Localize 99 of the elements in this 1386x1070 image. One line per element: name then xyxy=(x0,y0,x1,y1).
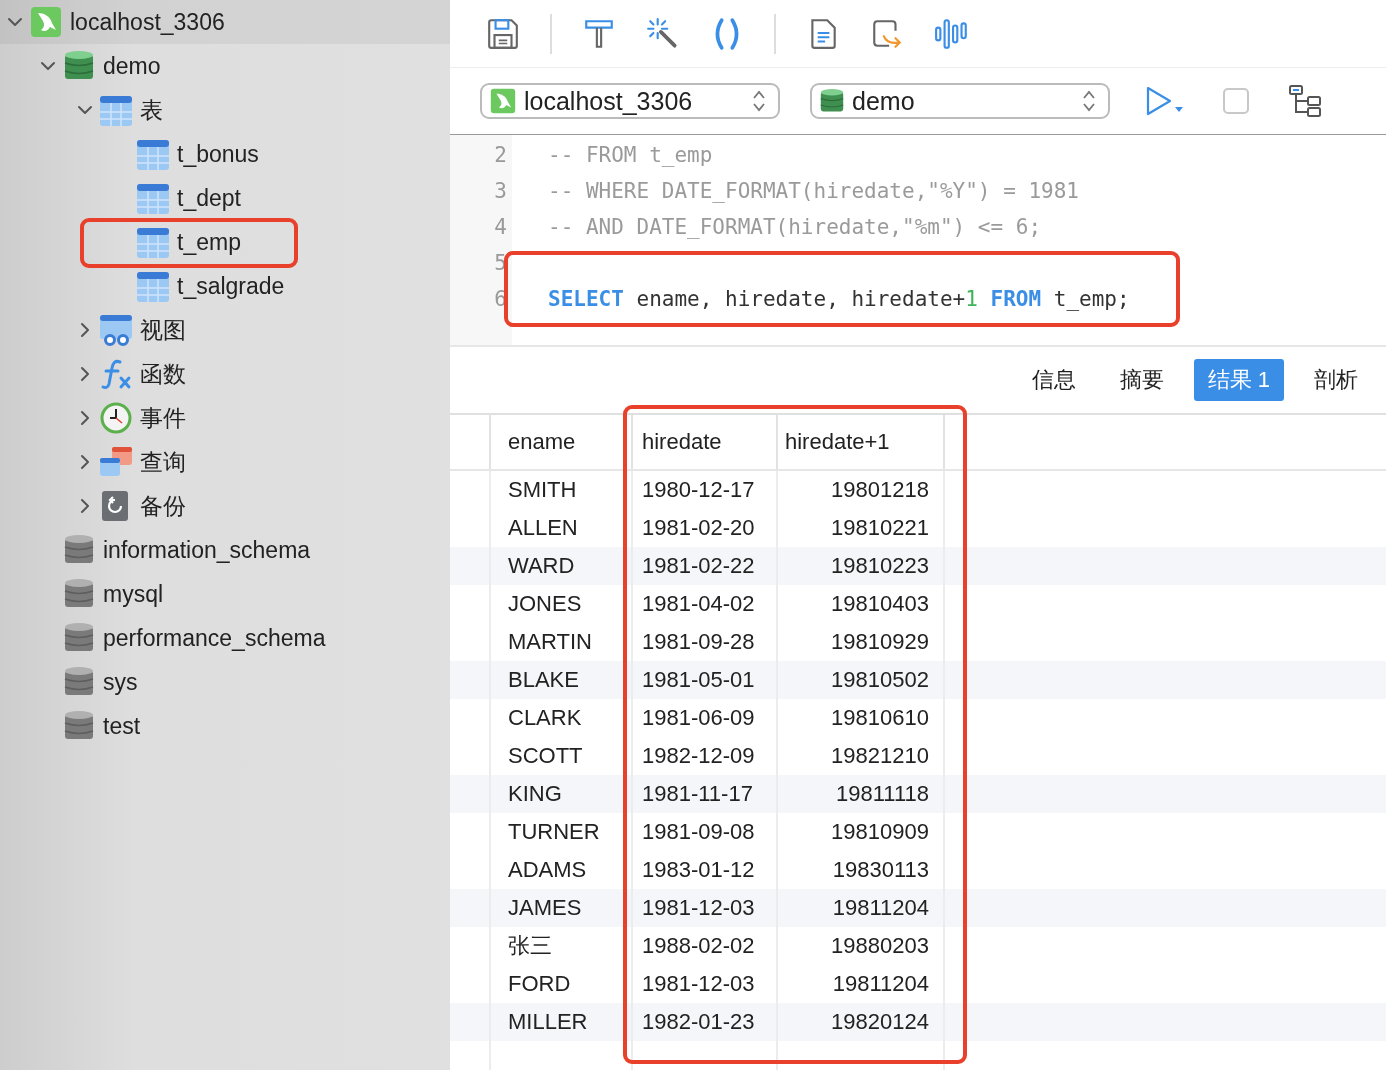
column-header[interactable]: hiredate+1 xyxy=(785,429,890,455)
table-icon xyxy=(137,182,169,214)
database-icon xyxy=(64,622,94,654)
stepper-icon xyxy=(1082,89,1096,113)
view-icon xyxy=(100,314,132,346)
code-line: -- FROM t_emp xyxy=(548,143,713,167)
table-cell: TURNER xyxy=(508,819,600,845)
bar-chart-icon[interactable] xyxy=(934,16,970,51)
table-cell: KING xyxy=(508,781,562,807)
tree-item[interactable]: sys xyxy=(103,668,138,696)
table-cell: 1982-12-09 xyxy=(642,743,755,769)
table-cell: BLAKE xyxy=(508,667,579,693)
code-line: -- AND DATE_FORMAT(hiredate,"%m") <= 6; xyxy=(548,215,1042,239)
tree-item[interactable]: 备份 xyxy=(140,490,186,522)
table-cell: 1981-05-01 xyxy=(642,667,755,693)
tree-item[interactable]: t_salgrade xyxy=(177,272,285,300)
tree-item[interactable]: 表 xyxy=(140,94,163,126)
table-cell: 1981-09-08 xyxy=(642,819,755,845)
database-icon xyxy=(64,578,94,610)
save-icon[interactable] xyxy=(486,16,520,51)
function-icon xyxy=(100,358,132,390)
table-icon xyxy=(137,138,169,170)
table-cell: MARTIN xyxy=(508,629,592,655)
stepper-icon xyxy=(752,89,766,113)
tree-item[interactable]: performance_schema xyxy=(103,624,326,652)
table-cell: 19810403 xyxy=(831,591,929,617)
table-cell: 19810909 xyxy=(831,819,929,845)
table-cell: 19821210 xyxy=(831,743,929,769)
table-cell: 19811118 xyxy=(836,781,929,807)
table-cell: FORD xyxy=(508,971,571,997)
table-cell: ADAMS xyxy=(508,857,587,883)
database-icon xyxy=(64,50,94,82)
table-cell: 1983-01-12 xyxy=(642,857,755,883)
table-cell: 1981-06-09 xyxy=(642,705,755,731)
clock-icon xyxy=(100,402,132,434)
table-cell: CLARK xyxy=(508,705,582,731)
database-icon xyxy=(64,666,94,698)
table-cell: 19810223 xyxy=(831,553,929,579)
table-cell: 19810610 xyxy=(831,705,929,731)
table-cell: 19811204 xyxy=(832,895,929,921)
table-cell: 1981-02-22 xyxy=(642,553,755,579)
table-cell: 19801218 xyxy=(831,477,929,503)
table-cell: 1988-02-02 xyxy=(642,933,755,959)
table-icon xyxy=(137,270,169,302)
database-icon xyxy=(820,88,844,114)
table-cell: 19820124 xyxy=(831,1009,929,1035)
tree-item[interactable]: test xyxy=(103,712,141,740)
tree-diagram-icon[interactable] xyxy=(1288,84,1322,118)
table-icon xyxy=(137,226,169,258)
table-cell: ALLEN xyxy=(508,515,578,541)
table-cell: 1980-12-17 xyxy=(642,477,755,503)
tree-item[interactable]: 查询 xyxy=(140,446,186,478)
query-icon xyxy=(100,446,132,478)
table-cell: 1981-09-28 xyxy=(642,629,755,655)
table-cell: SCOTT xyxy=(508,743,583,769)
tree-item[interactable]: information_schema xyxy=(103,536,311,564)
table-icon xyxy=(100,94,132,126)
column-header[interactable]: ename xyxy=(508,429,576,455)
line-number: 2 xyxy=(494,142,507,169)
run-icon[interactable] xyxy=(1144,85,1184,117)
tree-item[interactable]: 事件 xyxy=(140,402,186,434)
table-cell: 1981-02-20 xyxy=(642,515,755,541)
result-tab[interactable]: 摘要 xyxy=(1105,359,1178,401)
table-cell: 1982-01-23 xyxy=(642,1009,755,1035)
code-line: SELECT ename, hiredate, hiredate+1 FROM t_emp; xyxy=(548,287,1130,311)
table-cell: 19811204 xyxy=(832,971,929,997)
table-cell: 19830113 xyxy=(832,857,929,883)
tree-item[interactable]: 函数 xyxy=(140,358,186,390)
table-cell: JAMES xyxy=(508,895,582,921)
table-cell: 19810221 xyxy=(831,515,929,541)
table-cell: 19810502 xyxy=(831,667,929,693)
database-select[interactable]: demo xyxy=(810,83,1110,119)
table-cell: 1981-04-02 xyxy=(642,591,755,617)
table-cell: JONES xyxy=(508,591,582,617)
table-cell: MILLER xyxy=(508,1009,588,1035)
tree-item[interactable]: t_bonus xyxy=(177,140,259,168)
table-cell: 19810929 xyxy=(831,629,929,655)
table-cell: 1981-11-17 xyxy=(642,781,753,807)
tree-item[interactable]: demo xyxy=(103,52,161,80)
tree-item[interactable]: t_dept xyxy=(177,184,241,212)
table-cell: SMITH xyxy=(508,477,577,503)
result-tab[interactable]: 信息 xyxy=(1017,359,1090,401)
result-tab[interactable]: 剖析 xyxy=(1300,359,1372,401)
line-number: 3 xyxy=(494,178,507,205)
code-line: -- WHERE DATE_FORMAT(hiredate,"%Y") = 1981 xyxy=(548,179,1079,203)
table-cell-text: 张三 xyxy=(508,932,552,960)
database-icon xyxy=(64,710,94,742)
line-number: 4 xyxy=(494,214,507,241)
table-cell: WARD xyxy=(508,553,575,579)
table-cell: 1981-12-03 xyxy=(642,971,755,997)
tree-item[interactable]: 视图 xyxy=(140,314,186,346)
database-icon xyxy=(64,534,94,566)
table-cell: 19880203 xyxy=(831,933,929,959)
column-header[interactable]: hiredate xyxy=(642,429,722,455)
connection-select[interactable]: localhost_3306 xyxy=(480,83,780,119)
tree-item[interactable]: t_emp xyxy=(177,228,241,256)
table-cell: 1981-12-03 xyxy=(642,895,755,921)
tree-item[interactable]: mysql xyxy=(103,580,164,608)
magic-wand-icon[interactable] xyxy=(646,16,680,51)
